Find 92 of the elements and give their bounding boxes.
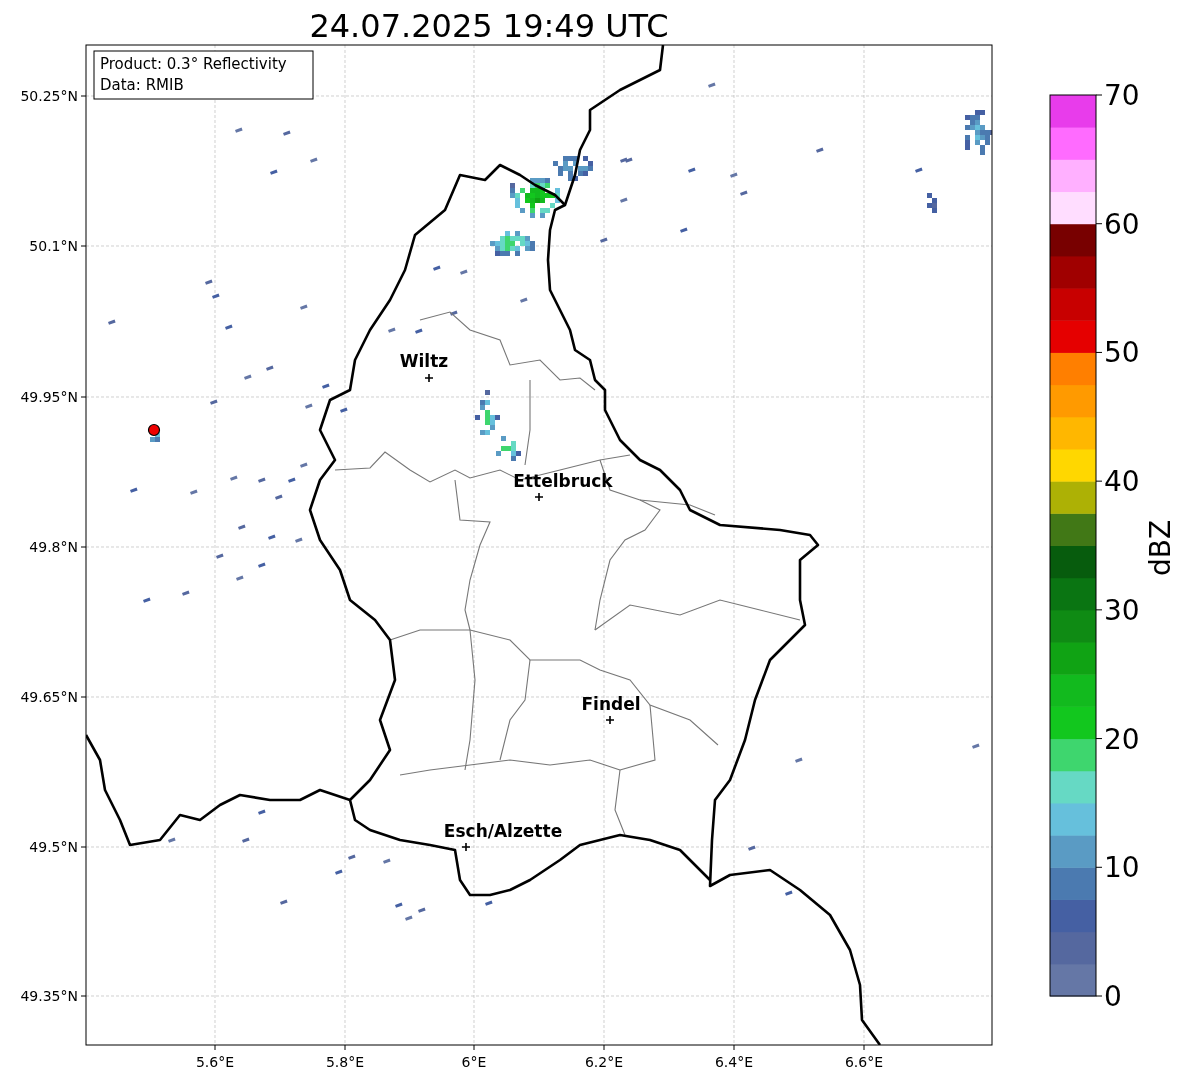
radar-echo [190,489,198,495]
city-marker-icon [424,373,434,383]
longitude-label: 5.6°E [195,1054,235,1070]
radar-echo [348,854,356,860]
info-text: Product: 0.3° Reflectivity [100,55,287,73]
longitude-label: 6°E [461,1054,487,1070]
radar-echo [258,809,266,815]
city-label: Wiltz [399,351,449,371]
info-text: Data: RMIB [100,76,184,94]
colorbar-tick-label: 0 [1104,980,1122,1013]
colorbar-tick-label: 40 [1104,465,1140,499]
city-label: Ettelbruck [513,471,613,491]
radar-echo [322,383,330,389]
radar-echo [182,590,190,596]
colorbar-tick-label: 10 [1104,851,1140,885]
radar-echo [680,227,688,233]
radar-echo [300,462,308,468]
radar-echo [972,743,980,749]
radar-echo [450,310,458,316]
latitude-label: 49.95°N [20,389,78,405]
radar-echo [225,324,233,330]
longitude-label: 6.4°E [714,1054,754,1070]
radar-echo [388,327,396,333]
latitude-label: 50.25°N [20,88,78,104]
city-label: Esch/Alzette [443,821,563,841]
radar-echo [275,494,283,500]
colorbar-tick-label: 20 [1104,722,1140,756]
radar-echo [143,597,151,603]
city-label: Findel [581,694,641,714]
longitude-label: 5.8°E [325,1054,365,1070]
radar-echo [305,403,313,409]
radar-echo [238,524,246,530]
colorbar-tick-label: 70 [1104,79,1140,112]
radar-echo [965,110,992,155]
city-marker-icon [534,492,544,502]
radar-echo [620,197,628,203]
latitude-label: 49.65°N [20,689,78,705]
radar-echo [600,237,608,243]
radar-echo [433,265,441,271]
latitude-label: 49.8°N [29,539,78,555]
radar-echo [258,477,266,483]
radar-echo [168,837,176,843]
city-marker-icon [461,842,471,852]
radar-echo [490,231,535,256]
radar-echo [288,477,296,483]
radar-echo [266,365,274,371]
radar-echo [795,757,803,763]
radar-echo [258,562,266,568]
radar-echo [460,269,468,275]
radar-echo [310,157,318,163]
radar-echo [335,869,343,875]
radar-echo [915,167,923,173]
radar-echo [242,837,250,843]
colorbar-tick-label: 60 [1104,207,1140,241]
latitude-label: 49.35°N [20,988,78,1004]
radar-echo [130,487,138,493]
radar-echo [270,169,278,175]
radar-echo [268,534,276,540]
radar-echo [216,553,224,559]
radar-echo [708,82,716,88]
colorbar-tick-label: 30 [1104,593,1140,627]
radar-echo [300,304,308,310]
city-marker-icon [605,715,615,725]
radar-echo [785,890,793,896]
chart-title: 24.07.2025 19:49 UTC [309,7,669,45]
radar-echo [108,319,116,325]
radar-echo [740,190,748,196]
latitude-label: 49.5°N [29,839,78,855]
colorbar-tick-label: 50 [1104,336,1140,370]
radar-echo [688,167,696,173]
radar-echo [283,130,291,136]
radar-echo [230,475,238,481]
radar-echo [280,899,288,905]
latitude-label: 50.1°N [29,238,78,254]
radar-echo [244,374,252,380]
colorbar-label: dBZ [1144,519,1177,577]
radar-echo [415,328,423,334]
radar-echo [235,127,243,133]
radar-echo [816,147,824,153]
radar-echo [383,858,391,864]
longitude-label: 6.2°E [584,1054,624,1070]
radar-echo [748,845,756,851]
radar-echo [927,193,937,213]
longitude-label: 6.6°E [844,1054,884,1070]
radar-echo [730,172,738,178]
radar-echo [485,900,493,906]
radar-echo [210,399,218,405]
radar-echo [520,297,528,303]
radar-echo [340,407,348,413]
radar-echo [236,575,244,581]
radar-site-marker [147,423,161,437]
radar-echo [295,537,303,543]
